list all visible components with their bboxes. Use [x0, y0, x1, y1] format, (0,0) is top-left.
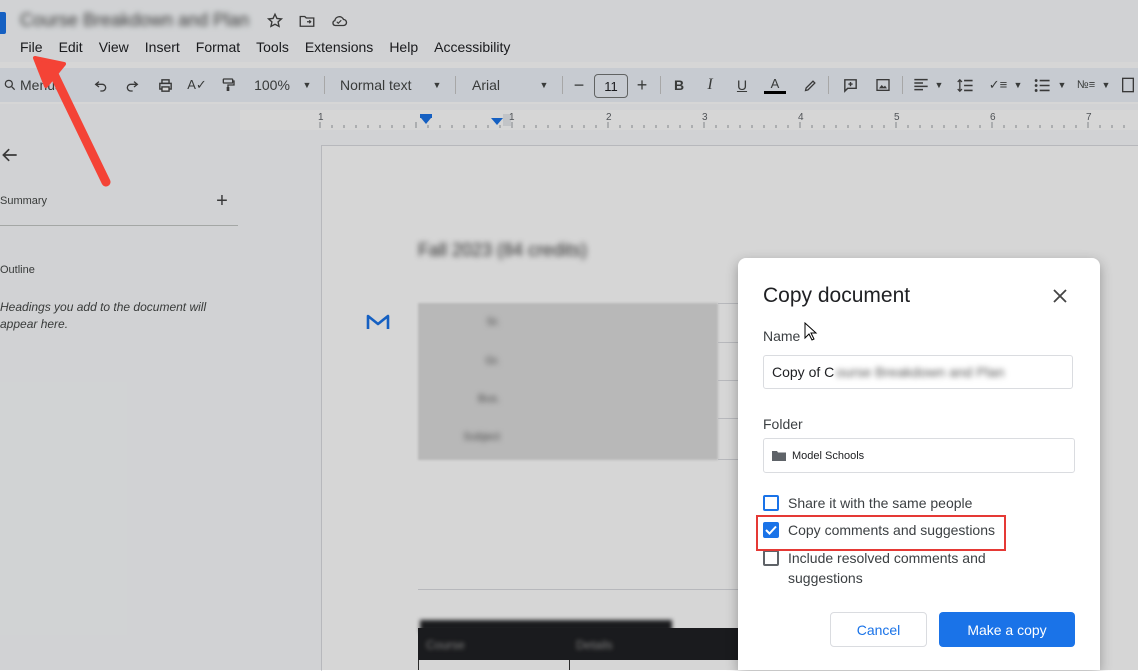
resolved-comments-label: Include resolved comments and suggestion…	[788, 548, 986, 588]
folder-value: Model Schools	[792, 449, 865, 462]
resolved-line-2: suggestions	[788, 570, 863, 586]
resolved-comments-option[interactable]: Include resolved comments and suggestion…	[763, 550, 986, 588]
annotation-arrow-icon	[20, 40, 130, 200]
resolved-comments-checkbox[interactable]	[763, 550, 779, 566]
share-option-label: Share it with the same people	[788, 495, 973, 511]
make-a-copy-button[interactable]: Make a copy	[939, 612, 1075, 647]
annotation-highlight-box	[756, 515, 1006, 551]
folder-picker[interactable]: Model Schools	[763, 438, 1075, 473]
close-icon[interactable]	[1050, 286, 1070, 306]
folder-icon	[772, 451, 786, 461]
dialog-title: Copy document	[763, 284, 911, 307]
name-input[interactable]: Copy of Course Breakdown and Plan	[763, 355, 1073, 389]
share-option[interactable]: Share it with the same people	[763, 495, 972, 513]
folder-label: Folder	[763, 416, 803, 432]
name-value-blurred: ourse Breakdown and Plan	[836, 364, 1005, 380]
copy-document-dialog: Copy document Name Copy of Course Breakd…	[738, 258, 1100, 670]
mouse-cursor-icon	[804, 321, 818, 342]
share-checkbox[interactable]	[763, 495, 779, 511]
name-value-prefix: Copy of C	[772, 364, 835, 380]
cancel-button[interactable]: Cancel	[830, 612, 927, 647]
resolved-line-1: Include resolved comments and	[788, 550, 986, 566]
name-label: Name	[763, 328, 801, 344]
